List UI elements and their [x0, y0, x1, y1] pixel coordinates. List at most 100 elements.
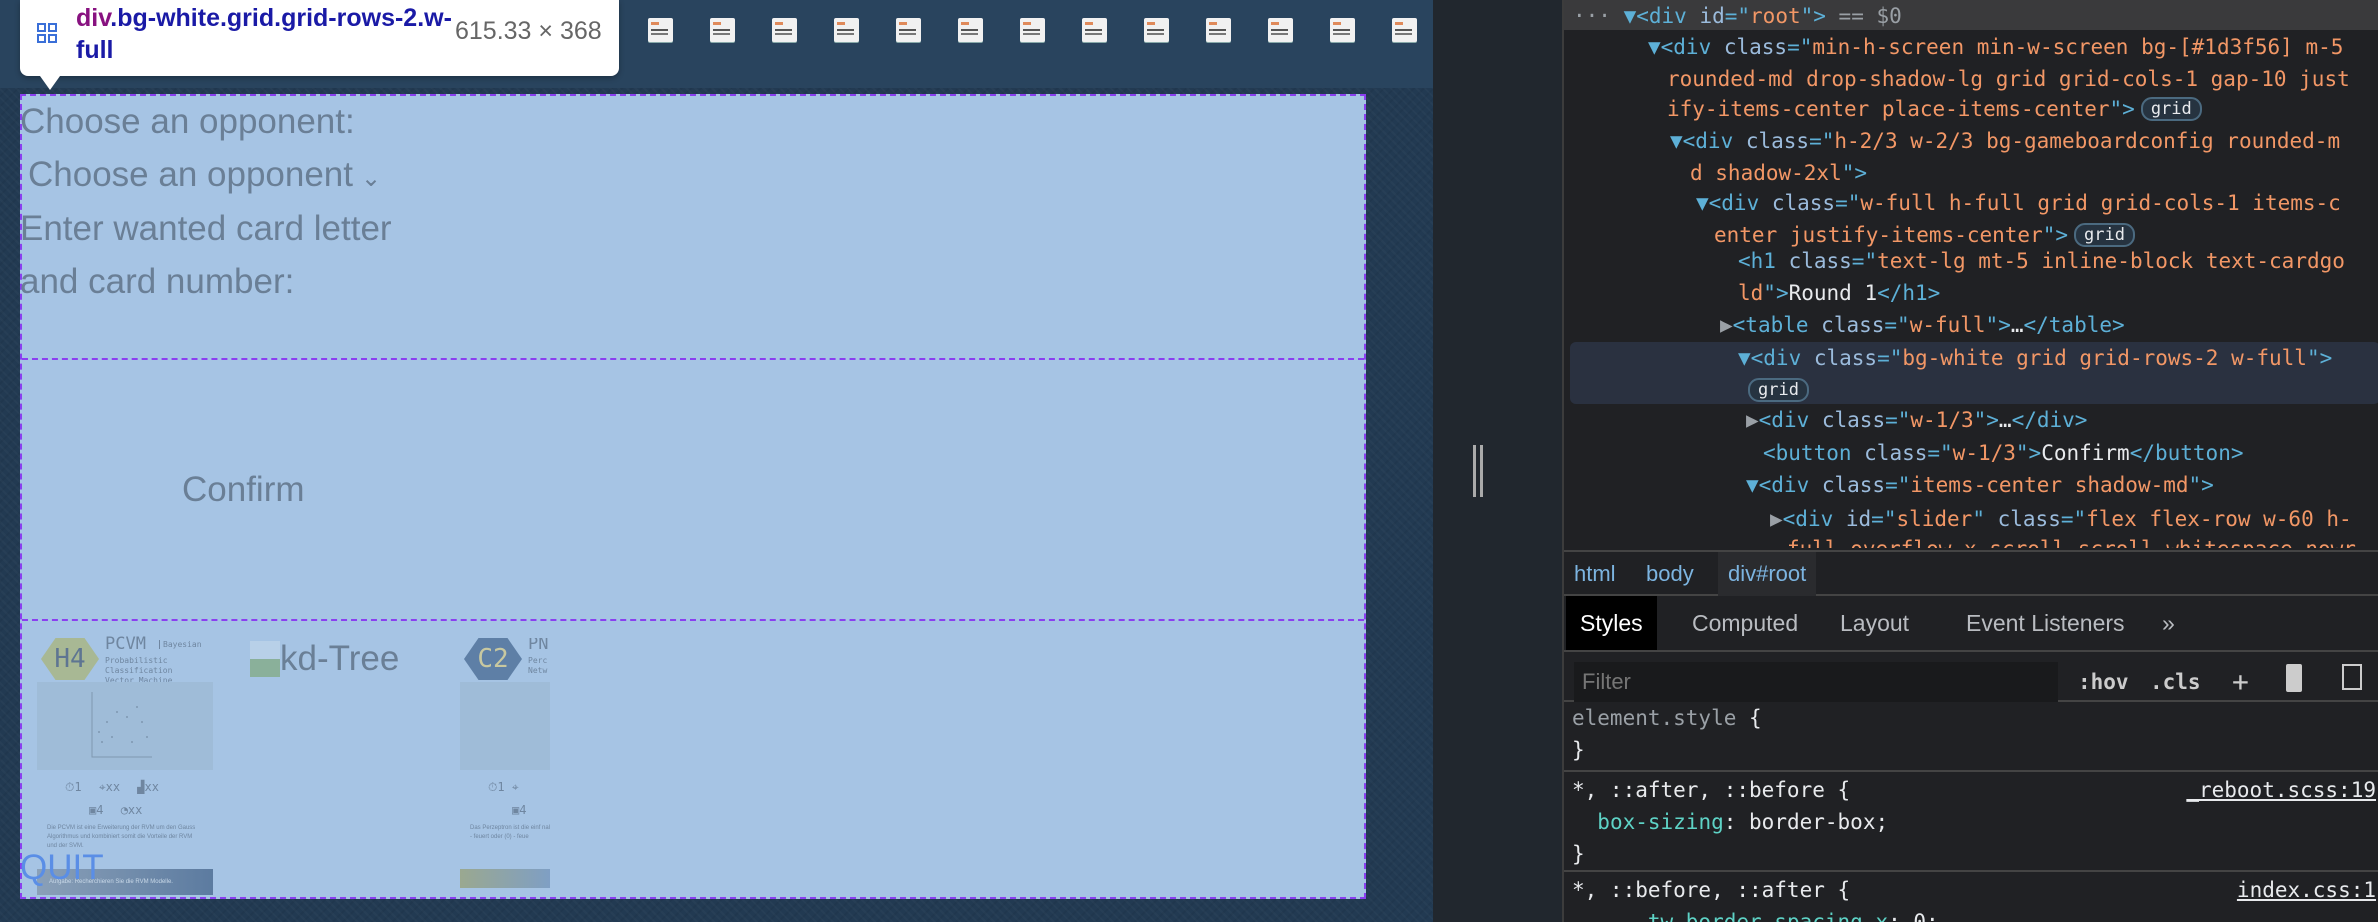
code-token: ="	[1871, 507, 1897, 531]
broken-image-icon	[250, 641, 280, 677]
code-token: ="	[1884, 313, 1910, 337]
code-token: ="	[1851, 249, 1878, 273]
style-rule-reboot[interactable]: _reboot.scss:19 *, ::after, ::before { b…	[1564, 774, 2378, 872]
dom-tree-line[interactable]: grid	[1742, 374, 1809, 406]
card-thumbnail[interactable]	[1020, 18, 1045, 42]
card-thumbnail[interactable]	[1082, 18, 1107, 42]
code-token: class	[1997, 507, 2061, 531]
card-input-label: Enter wanted card letter	[20, 209, 392, 248]
code-token: min-h-screen min-w-screen bg-[#1d3f56] m…	[1812, 35, 2344, 59]
card-stats-row-1: ⏱1 ⌖	[488, 780, 519, 794]
code-token: ">	[1973, 408, 1999, 432]
dom-tree-line[interactable]: ▼<div class="w-full h-full grid grid-col…	[1696, 187, 2341, 219]
breadcrumb: html body div#root	[1564, 550, 2378, 596]
code-token: <div	[1758, 408, 1822, 432]
dom-tree-line[interactable]: ··· ▼<div id="root"> == $0	[1573, 0, 1902, 32]
tab-computed[interactable]: Computed	[1678, 596, 1812, 650]
dom-tree-line[interactable]: d shadow-2xl">	[1690, 157, 1867, 189]
code-token: ▼<div	[1696, 191, 1772, 215]
breadcrumb-body[interactable]: body	[1636, 552, 1704, 596]
code-token: h-2/3 w-2/3 bg-gameboardconfig rounded-m	[1834, 129, 2341, 153]
style-rule-element[interactable]: element.style { }	[1564, 702, 2378, 772]
code-token: full overflow-x-scroll scroll whitespace…	[1787, 537, 2356, 548]
dom-tree-line[interactable]: ▶<table class="w-full">…</table>	[1720, 309, 2125, 341]
more-tabs-icon[interactable]: »	[2148, 596, 2189, 650]
grid-badge[interactable]: grid	[2140, 97, 2202, 121]
card-thumbnail[interactable]	[1268, 18, 1293, 42]
style-rule-index[interactable]: index.css:1 *, ::before, ::after { --tw-…	[1564, 874, 2378, 922]
source-link[interactable]: index.css:1	[2237, 874, 2376, 906]
dom-tree-line[interactable]: full overflow-x-scroll scroll whitespace…	[1787, 533, 2356, 548]
card-kd-tree-broken-image[interactable]: kd-Tree	[250, 639, 399, 679]
card-thumbnail[interactable]	[896, 18, 921, 42]
grid-badge[interactable]: grid	[1748, 378, 1809, 402]
breadcrumb-html[interactable]: html	[1564, 552, 1626, 596]
grid-row-divider	[22, 358, 1364, 360]
elements-tree[interactable]: ··· ▼<div id="root"> == $0 ▼<div class="m…	[1564, 0, 2378, 548]
dom-tree-line[interactable]: ▶<div id="slider" class="flex flex-row w…	[1770, 503, 2352, 535]
code-token: class	[1864, 441, 1928, 465]
card-thumbnail[interactable]	[1330, 18, 1355, 42]
code-token: enter justify-items-center	[1714, 223, 2043, 247]
card-stats-row-2: ▣4	[512, 803, 527, 817]
code-token: w-1/3	[1910, 408, 1974, 432]
dom-tree-line[interactable]: ▶<div class="w-1/3">…</div>	[1746, 404, 2087, 436]
dom-tree-line[interactable]: <h1 class="text-lg mt-5 inline-block tex…	[1738, 245, 2345, 277]
dom-tree-line[interactable]: ld">Round 1</h1>	[1738, 277, 1940, 309]
card-perceptron[interactable]: C2 PN Perc Netw ⏱1 ⌖ ▣4 Das Perzeptron i…	[460, 638, 550, 888]
styles-filter-input[interactable]	[1574, 662, 2058, 702]
code-token: …	[1998, 408, 2012, 432]
code-token: ="	[1877, 346, 1903, 370]
breadcrumb-div-root[interactable]: div#root	[1718, 552, 1817, 596]
code-token: ▶	[1746, 408, 1759, 432]
code-token: ▶	[1770, 507, 1783, 531]
code-token: class	[1813, 346, 1878, 370]
opponent-select[interactable]: Choose an opponent ⌄	[28, 155, 381, 195]
code-token: ">	[1985, 313, 2011, 337]
filter-row: :hov .cls +	[1564, 654, 2378, 702]
dom-tree-line[interactable]: ify-items-center place-items-center"> gri…	[1667, 93, 2202, 125]
card-thumbnail[interactable]	[648, 18, 673, 42]
scatter-illustration	[91, 692, 152, 758]
card-thumbnail[interactable]	[958, 18, 983, 42]
toggle-sidebar-icon[interactable]	[2342, 664, 2362, 690]
code-token: ▼<div	[1623, 4, 1700, 28]
drag-handle-icon[interactable]	[1473, 445, 1483, 497]
tab-layout[interactable]: Layout	[1826, 596, 1923, 650]
code-token: ">	[1763, 281, 1789, 305]
grid-badge[interactable]: grid	[2074, 223, 2135, 247]
card-thumbnail[interactable]	[834, 18, 859, 42]
paint-brush-icon[interactable]	[2286, 664, 2302, 692]
code-token: ▼<div	[1746, 473, 1822, 497]
card-thumbnail[interactable]	[772, 18, 797, 42]
card-thumbnail[interactable]	[1144, 18, 1169, 42]
source-link[interactable]: _reboot.scss:19	[2186, 774, 2376, 806]
scatter-plot-image	[37, 682, 213, 770]
code-token: ify-items-center place-items-center	[1667, 97, 2110, 121]
dom-tree-line[interactable]: ▼<div class="h-2/3 w-2/3 bg-gameboardcon…	[1670, 125, 2340, 157]
dom-tree-line[interactable]: rounded-md drop-shadow-lg grid grid-cols…	[1667, 63, 2350, 95]
cls-toggle[interactable]: .cls	[2150, 664, 2201, 700]
code-token: bg-white grid grid-rows-2 w-full	[1902, 346, 2307, 370]
code-token: flex flex-row w-60 h-	[2086, 507, 2352, 531]
quit-button[interactable]: QUIT	[20, 848, 104, 888]
game-page: Choose an opponent: Choose an opponent ⌄ …	[0, 0, 1433, 922]
code-token: class	[1771, 191, 1836, 215]
dom-tree-line[interactable]: ▼<div class="min-h-screen min-w-screen b…	[1648, 31, 2343, 63]
new-rule-button[interactable]: +	[2232, 664, 2249, 700]
panel-splitter[interactable]	[1433, 0, 1562, 922]
card-thumbnail[interactable]	[1206, 18, 1231, 42]
card-thumbnail[interactable]	[710, 18, 735, 42]
code-token: id	[1845, 507, 1872, 531]
card-thumbnail[interactable]	[1392, 18, 1417, 42]
card-description: Das Perzeptron ist die einf nalen Netzes…	[470, 825, 550, 840]
dom-tree-line[interactable]: <button class="w-1/3">Confirm</button>	[1763, 437, 2244, 469]
dom-tree-line[interactable]: ▼<div class="items-center shadow-md">	[1746, 469, 2214, 501]
hov-toggle[interactable]: :hov	[2078, 664, 2129, 700]
tab-styles[interactable]: Styles	[1566, 596, 1657, 650]
confirm-button[interactable]: Confirm	[182, 470, 305, 510]
tab-event-listeners[interactable]: Event Listeners	[1952, 596, 2139, 650]
dom-tree-line[interactable]: ▼<div class="bg-white grid grid-rows-2 w…	[1738, 342, 2332, 374]
code-token: ▼<div	[1648, 35, 1724, 59]
code-token: ="	[1809, 129, 1835, 153]
